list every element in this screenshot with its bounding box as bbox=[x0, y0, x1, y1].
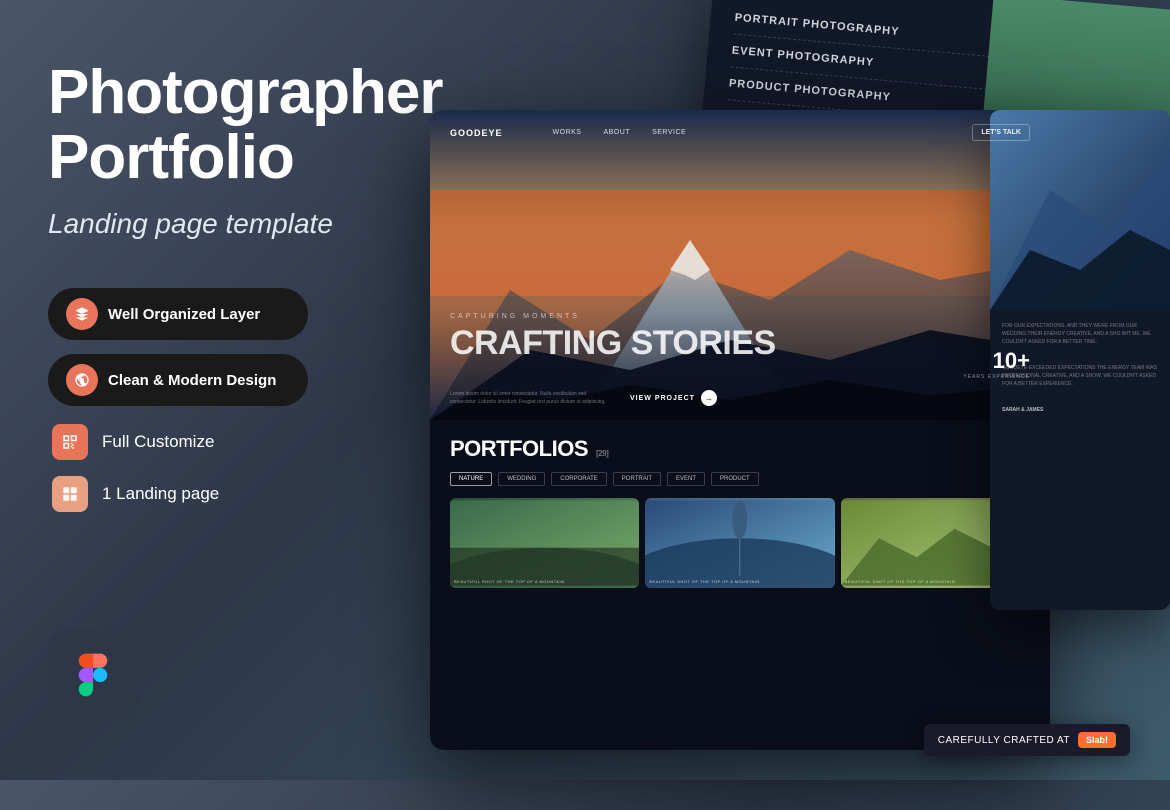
crafted-badge: CAREFULLY CRAFTED AT Slab! bbox=[924, 724, 1130, 756]
mock-photos-grid: BEAUTIFUL SHOT OF THE TOP OF A MOUNTAIN bbox=[450, 498, 1030, 588]
mock-nav-about: ABOUT bbox=[603, 129, 630, 136]
figma-logo-container bbox=[48, 630, 138, 720]
customize-icon bbox=[52, 424, 88, 460]
feature-badge-design: Clean & Modern Design bbox=[48, 354, 308, 406]
left-panel: Photographer Portfolio Landing page temp… bbox=[0, 0, 470, 780]
tab-portrait: PORTRAIT bbox=[613, 472, 661, 486]
mock-main-card: GOODEYE WORKS ABOUT SERVICE LET'S TALK C… bbox=[430, 110, 1050, 750]
tab-wedding: WEDDING bbox=[498, 472, 545, 486]
mock-hero-section: GOODEYE WORKS ABOUT SERVICE LET'S TALK C… bbox=[430, 110, 1050, 420]
mock-hero-eyebrow: CAPTURING MOMENTS bbox=[450, 313, 1030, 320]
tab-corporate: CORPORATE bbox=[551, 472, 607, 486]
design-icon bbox=[66, 364, 98, 396]
mock-photo-label-1: BEAUTIFUL SHOT OF THE TOP OF A MOUNTAIN bbox=[454, 579, 635, 584]
mock-logo: GOODEYE bbox=[450, 128, 503, 138]
mock-nav-cta: LET'S TALK bbox=[972, 124, 1030, 141]
feature-customize: Full Customize bbox=[48, 424, 422, 460]
grid-icon bbox=[52, 476, 88, 512]
mock-photo-2: BEAUTIFUL SHOT OF THE TOP OF A MOUNTAIN bbox=[645, 498, 834, 588]
mock-nav-service: SERVICE bbox=[652, 129, 686, 136]
subtitle: Landing page template bbox=[48, 208, 422, 240]
tab-nature: NATURE bbox=[450, 472, 492, 486]
mountain-illustration bbox=[430, 190, 1050, 420]
main-title: Photographer Portfolio bbox=[48, 60, 422, 190]
mock-nav-works: WORKS bbox=[553, 129, 582, 136]
crafted-text: CAREFULLY CRAFTED AT bbox=[938, 735, 1070, 746]
slab-brand: Slab! bbox=[1078, 732, 1116, 748]
mock-photo-label-2: BEAUTIFUL SHOT OF THE TOP OF A MOUNTAIN bbox=[649, 579, 830, 584]
tab-product: PRODUCT bbox=[711, 472, 759, 486]
feature-design-label: Clean & Modern Design bbox=[108, 372, 276, 389]
mock-portfolio-section: PORTFOLIOS [29] NATURE WEDDING CORPORATE… bbox=[430, 420, 1050, 604]
feature-landing-label: 1 Landing page bbox=[102, 484, 219, 504]
mock-photo-1: BEAUTIFUL SHOT OF THE TOP OF A MOUNTAIN bbox=[450, 498, 639, 588]
mock-stats: 10+ YEARS EXPERIENCE bbox=[963, 348, 1030, 380]
mock-navigation: GOODEYE WORKS ABOUT SERVICE LET'S TALK bbox=[430, 110, 1050, 155]
mock-nav-links: WORKS ABOUT SERVICE bbox=[553, 129, 687, 136]
mock-portfolio-tabs: NATURE WEDDING CORPORATE PORTRAIT EVENT … bbox=[450, 472, 1030, 486]
mock-hero-cta: VIEW PROJECT → bbox=[630, 390, 717, 406]
tab-event: EVENT bbox=[667, 472, 705, 486]
mock-stats-label: YEARS EXPERIENCE bbox=[963, 374, 1030, 380]
feature-badge-layers: Well Organized Layer bbox=[48, 288, 308, 340]
mock-hero-title-block: CAPTURING MOMENTS CRAFTING STORIES bbox=[450, 313, 1030, 360]
features-list: Well Organized Layer Clean & Modern Desi… bbox=[48, 288, 422, 512]
mock-cta-label: VIEW PROJECT bbox=[630, 395, 695, 402]
feature-landing: 1 Landing page bbox=[48, 476, 422, 512]
feature-layers-label: Well Organized Layer bbox=[108, 306, 260, 323]
mock-stats-number: 10+ bbox=[963, 348, 1030, 374]
feature-design: Clean & Modern Design bbox=[48, 354, 422, 406]
mock-hero-heading: CRAFTING STORIES bbox=[450, 326, 1030, 360]
mock-portfolio-title: PORTFOLIOS [29] bbox=[450, 436, 1030, 462]
right-panel: PORTRAIT PHOTOGRAPHY ↗ EVENT PHOTOGRAPHY… bbox=[430, 0, 1170, 810]
feature-customize-label: Full Customize bbox=[102, 432, 214, 452]
feature-layers: Well Organized Layer bbox=[48, 288, 422, 340]
mock-portfolio-count: [29] bbox=[596, 449, 608, 458]
mock-cta-arrow: → bbox=[701, 390, 717, 406]
layers-icon bbox=[66, 298, 98, 330]
mock-hero-description: Lorem ipsum dolor sit amet consectetur. … bbox=[450, 390, 610, 406]
figma-icon bbox=[68, 650, 118, 700]
